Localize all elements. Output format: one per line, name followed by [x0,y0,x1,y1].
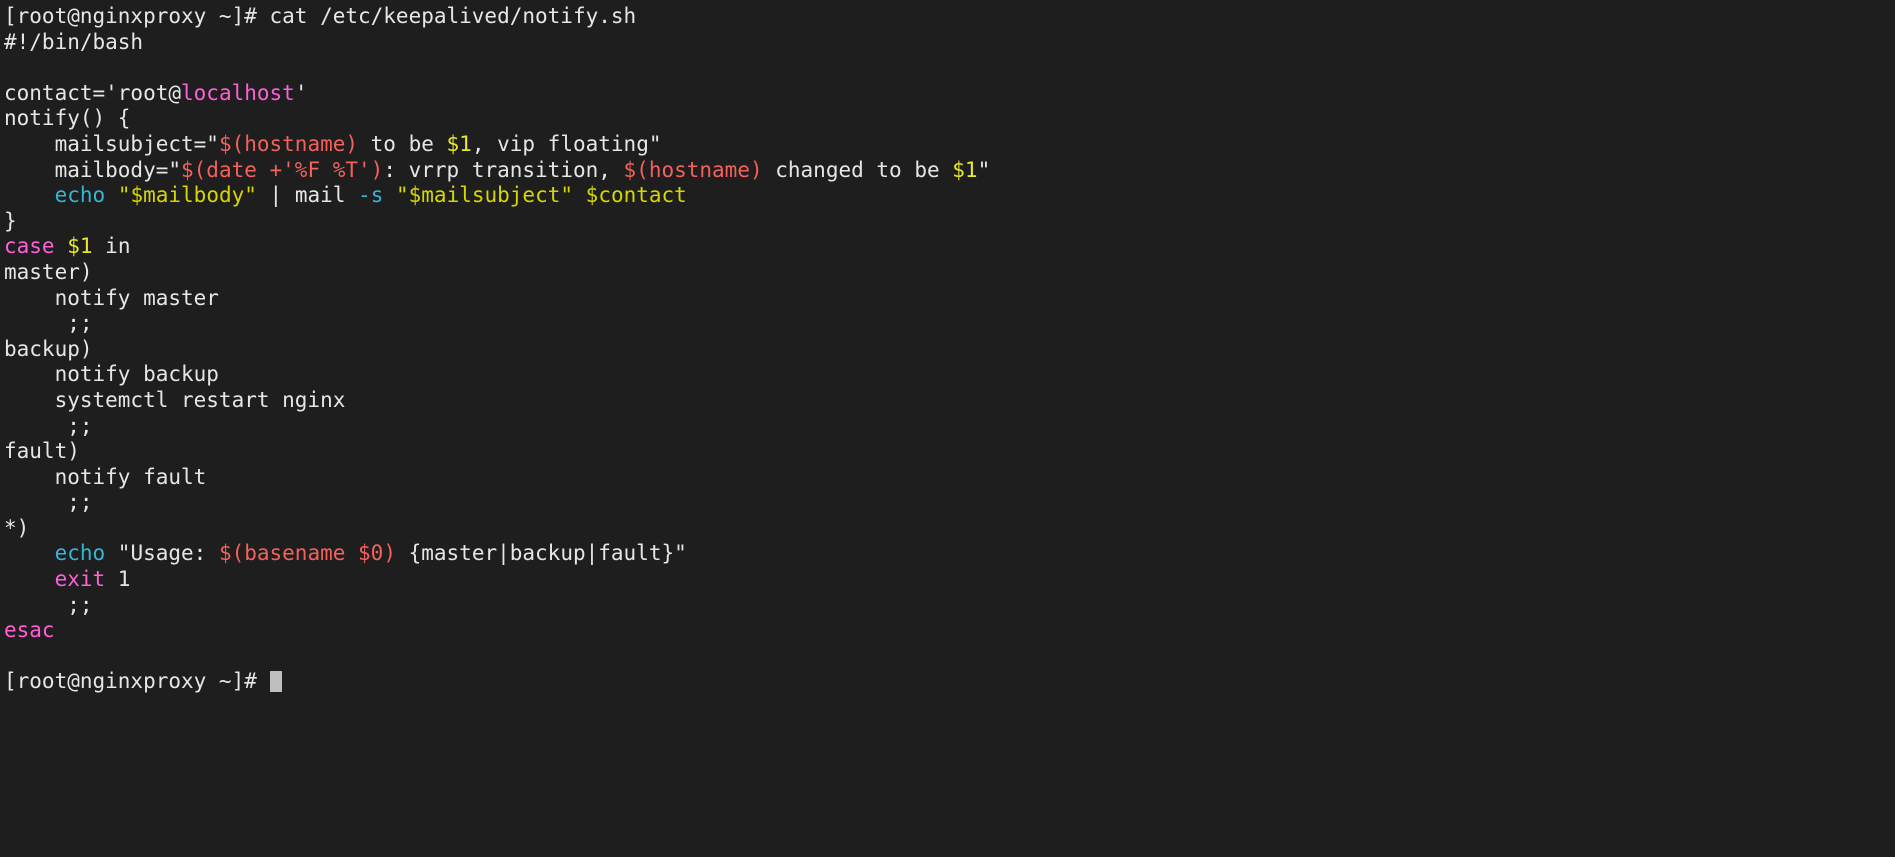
terminal-token: localhost [181,80,295,105]
terminal-token: *) [4,515,30,540]
terminal-line-mailbody-assign: mailbody="$(date +'%F %T'): vrrp transit… [4,158,1895,184]
terminal-token: $1 [67,234,93,259]
terminal-token: backup) [4,336,93,361]
terminal-token: {master|backup|fault}" [395,541,687,566]
terminal-token: exit [54,567,106,592]
terminal-line-fault-break: ;; [4,490,1895,516]
terminal-token: | mail [256,183,359,208]
terminal-token: $(hostname) [218,131,359,156]
terminal-token: notify fault [4,464,207,489]
terminal-line-exit-1: exit 1 [4,567,1895,593]
terminal-token: : vrrp transition, [383,157,624,182]
terminal-line-notify-func-open: notify() { [4,106,1895,132]
terminal-token: echo [54,541,106,566]
terminal-token: contact='root@ [4,80,182,105]
terminal-token: 1 [105,567,131,592]
terminal-token: changed to be [762,157,953,182]
terminal-token: "$mailsubject" [396,183,574,208]
terminal-cursor [269,671,282,693]
terminal-line-shebang: #!/bin/bash [4,30,1895,56]
terminal-token: } [4,208,17,233]
terminal-token: [root@nginxproxy ~]# [4,669,270,694]
terminal-token: #!/bin/bash [4,29,144,54]
terminal-token: $1 [446,131,472,156]
terminal-token: notify() { [4,106,131,131]
terminal-token: ;; [4,413,93,438]
terminal-line-final-prompt: [root@nginxproxy ~]# [4,669,1895,695]
terminal-screen[interactable]: [root@nginxproxy ~]# cat /etc/keepalived… [0,0,1895,695]
terminal-token: in [92,234,131,259]
terminal-token: case [4,234,55,259]
terminal-token: fault) [4,439,80,464]
terminal-line-master-break: ;; [4,311,1895,337]
terminal-line-fault-notify: notify fault [4,465,1895,491]
terminal-token: echo [54,183,106,208]
terminal-token: master) [4,259,93,284]
terminal-token: [root@nginxproxy ~]# cat /etc/keepalived… [4,4,637,28]
terminal-line-default-break: ;; [4,593,1895,619]
terminal-token: "Usage: [105,541,219,566]
terminal-line-blank-1 [4,55,1895,81]
terminal-token: " [977,157,991,182]
terminal-line-usage-echo: echo "Usage: $(basename $0) {master|back… [4,541,1895,567]
terminal-token: , vip floating" [471,131,662,156]
terminal-window[interactable]: [root@nginxproxy ~]# cat /etc/keepalived… [0,0,1895,857]
terminal-token: $(basename $0) [218,541,396,566]
terminal-line-echo-mail: echo "$mailbody" | mail -s "$mailsubject… [4,183,1895,209]
terminal-token: $(date +'%F %T') [181,157,384,182]
terminal-token: systemctl restart nginx [4,387,346,412]
terminal-token: $(hostname) [623,157,763,182]
terminal-line-blank-2 [4,644,1895,670]
terminal-line-contact-assign: contact='root@localhost' [4,81,1895,107]
terminal-line-backup-restart: systemctl restart nginx [4,388,1895,414]
terminal-token: ;; [4,490,93,515]
terminal-line-case-fault: fault) [4,439,1895,465]
terminal-token: ;; [4,592,93,617]
terminal-token: $contact [585,183,687,208]
terminal-token: notify backup [4,362,219,387]
terminal-token: to be [358,131,447,156]
terminal-line-prompt-command: [root@nginxproxy ~]# cat /etc/keepalived… [4,4,1895,30]
terminal-line-backup-notify: notify backup [4,362,1895,388]
terminal-line-mailsubject-assign: mailsubject="$(hostname) to be $1, vip f… [4,132,1895,158]
terminal-line-case-master: master) [4,260,1895,286]
terminal-token: -s [358,183,384,208]
terminal-token: "$mailbody" [117,183,257,208]
terminal-line-case-open: case $1 in [4,234,1895,260]
terminal-line-master-notify: notify master [4,286,1895,312]
terminal-token: ' [294,80,308,105]
terminal-line-esac-close: esac [4,618,1895,644]
terminal-line-notify-func-close: } [4,209,1895,235]
terminal-line-case-backup: backup) [4,337,1895,363]
terminal-token: esac [4,618,55,643]
terminal-token: mailbody=" [4,157,182,182]
terminal-token: mailsubject=" [4,131,219,156]
terminal-token: ;; [4,311,93,336]
terminal-token: notify master [4,285,219,310]
terminal-line-case-default: *) [4,516,1895,542]
terminal-line-backup-break: ;; [4,414,1895,440]
terminal-token: $1 [952,157,978,182]
